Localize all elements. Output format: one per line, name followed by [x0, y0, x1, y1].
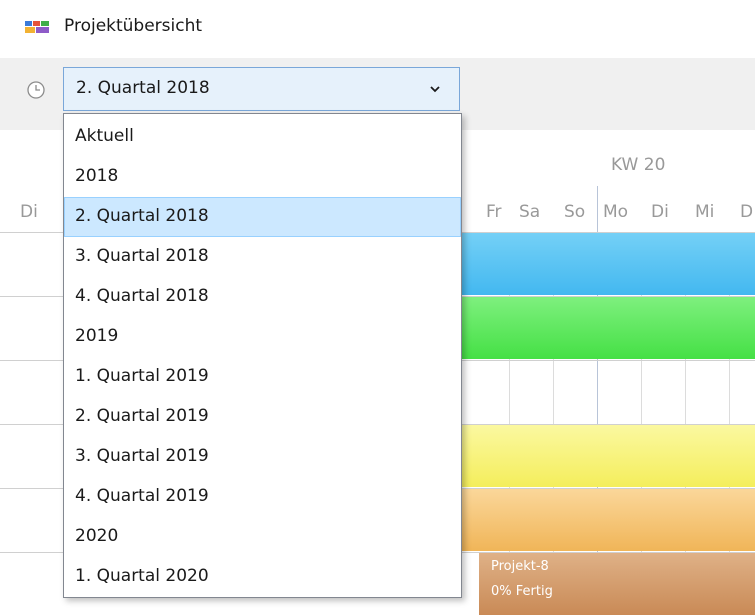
project-bar[interactable] — [460, 297, 755, 359]
day-label: Mo — [603, 202, 629, 222]
period-option[interactable]: 1. Quartal 2019 — [64, 357, 461, 397]
period-option[interactable]: 2018 — [64, 157, 461, 197]
day-label: Sa — [519, 202, 541, 222]
period-option[interactable]: Aktuell — [64, 117, 461, 157]
period-option-label: 3. Quartal 2019 — [75, 446, 209, 466]
period-option[interactable]: 4. Quartal 2018 — [64, 277, 461, 317]
period-option-label: 4. Quartal 2018 — [75, 286, 209, 306]
period-option-label: 1. Quartal 2020 — [75, 566, 209, 586]
period-option[interactable]: 3. Quartal 2019 — [64, 437, 461, 477]
period-option[interactable]: 2. Quartal 2018 — [64, 197, 461, 237]
day-label: So — [564, 202, 586, 222]
clock-icon — [27, 81, 45, 99]
day-label: Mi — [695, 202, 715, 222]
period-option-label: 2. Quartal 2018 — [75, 206, 209, 226]
period-dropdown-list[interactable]: Aktuell 2018 2. Quartal 2018 3. Quartal 201… — [63, 113, 462, 598]
day-label: D — [740, 202, 754, 222]
week-label: KW 20 — [611, 155, 666, 175]
project-bar[interactable] — [460, 425, 755, 487]
period-option-label: 1. Quartal 2019 — [75, 366, 209, 386]
app-icon — [25, 21, 49, 33]
period-option[interactable]: 4. Quartal 2019 — [64, 477, 461, 517]
period-select[interactable]: 2. Quartal 2018 — [63, 67, 460, 111]
period-option-label: 3. Quartal 2018 — [75, 246, 209, 266]
period-option-label: 2. Quartal 2019 — [75, 406, 209, 426]
day-label: Di — [651, 202, 669, 222]
project-progress: 0% Fertig — [491, 584, 553, 599]
period-option-label: 2019 — [75, 326, 119, 346]
period-option[interactable]: 2019 — [64, 317, 461, 357]
project-name: Projekt-8 — [491, 559, 549, 574]
project-bar[interactable] — [460, 489, 755, 551]
period-option[interactable]: 2. Quartal 2019 — [64, 397, 461, 437]
project-bar-projekt-8[interactable]: Projekt-8 0% Fertig — [479, 553, 755, 615]
window-title: Projektübersicht — [64, 16, 203, 36]
period-option-label: 4. Quartal 2019 — [75, 486, 209, 506]
title-bar: Projektübersicht — [0, 0, 755, 58]
day-label: Fr — [486, 202, 502, 222]
period-option[interactable]: 1. Quartal 2020 — [64, 557, 461, 597]
period-option-label: 2018 — [75, 166, 119, 186]
period-option-label: 2020 — [75, 526, 119, 546]
period-select-value: 2. Quartal 2018 — [76, 78, 210, 98]
period-option-label: Aktuell — [75, 126, 134, 146]
period-option[interactable]: 3. Quartal 2018 — [64, 237, 461, 277]
period-option[interactable]: 2020 — [64, 517, 461, 557]
chevron-down-icon[interactable] — [429, 84, 441, 94]
project-bar[interactable] — [460, 233, 755, 295]
day-label: Di — [20, 202, 38, 222]
